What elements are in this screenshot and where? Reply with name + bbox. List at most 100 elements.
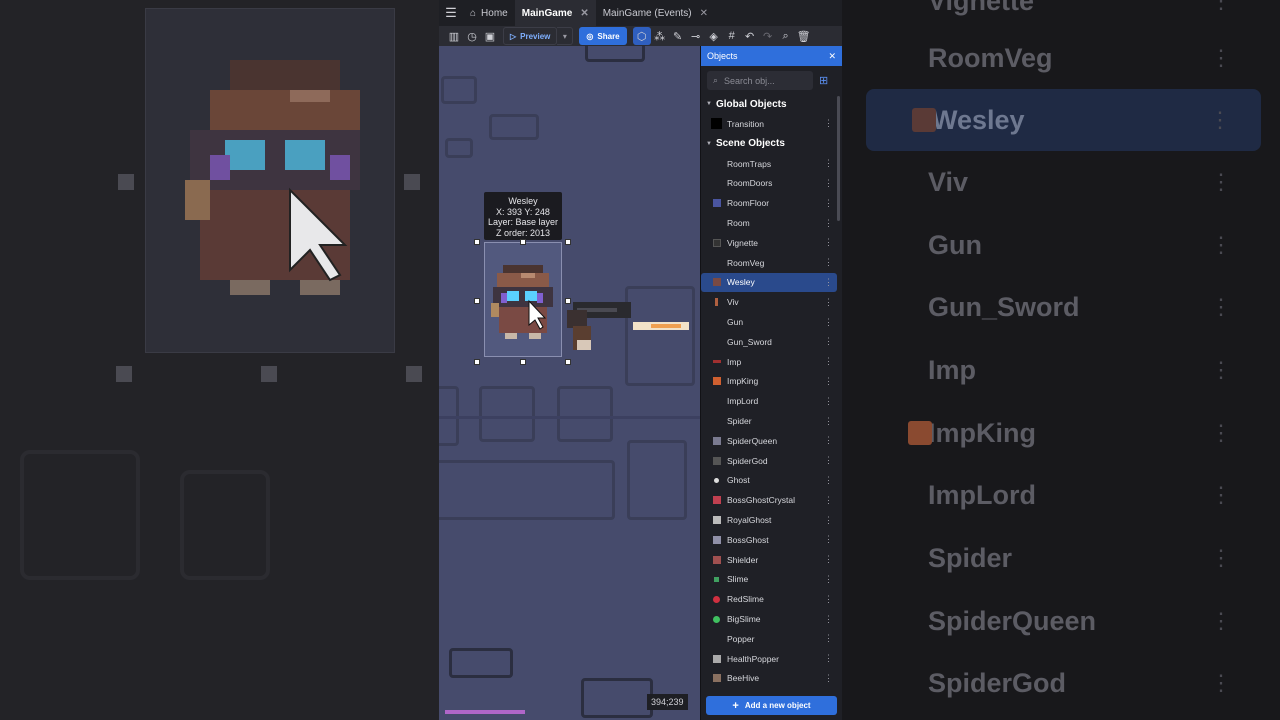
redo-icon[interactable]: ↷ [759, 27, 777, 45]
more-options-icon[interactable]: ⋮ [824, 574, 833, 585]
more-options-icon[interactable]: ⋮ [824, 495, 833, 506]
save-icon[interactable]: ▣ [481, 27, 499, 45]
more-options-icon[interactable]: ⋮ [824, 653, 833, 664]
more-options-icon[interactable]: ⋮ [824, 297, 833, 308]
object-item-spider[interactable]: Spider ⋮ [701, 411, 837, 431]
more-options-icon[interactable]: ⋮ [824, 435, 833, 446]
tab-maingame-events[interactable]: MainGame (Events) ✕ [596, 0, 715, 26]
resize-handle[interactable] [520, 359, 526, 365]
undo-icon[interactable]: ↶ [741, 27, 759, 45]
more-options-icon[interactable]: ⋮ [824, 158, 833, 169]
object-item-spiderqueen[interactable]: SpiderQueen ⋮ [701, 431, 837, 451]
object-item-roomtraps[interactable]: RoomTraps ⋮ [701, 154, 837, 174]
more-options-icon[interactable]: ⋮ [824, 475, 833, 486]
scene-tile [449, 648, 513, 678]
close-icon[interactable]: ✕ [580, 8, 588, 19]
add-new-object-button[interactable]: + Add a new object [706, 696, 837, 715]
object-item-wesley[interactable]: Wesley ⋮ [701, 272, 837, 293]
object-item-bigslime[interactable]: BigSlime ⋮ [701, 609, 837, 629]
object-item-beehive[interactable]: BeeHive ⋮ [701, 669, 837, 689]
tab-home[interactable]: ⌂ Home [463, 0, 515, 26]
scene-objects-group[interactable]: ▼ Scene Objects [701, 134, 842, 154]
object-item-popper[interactable]: Popper ⋮ [701, 629, 837, 649]
object-item-implord[interactable]: ImpLord ⋮ [701, 391, 837, 411]
object-item-imp[interactable]: Imp ⋮ [701, 352, 837, 372]
delete-icon[interactable]: 🗑 [795, 27, 813, 45]
more-options-icon[interactable]: ⋮ [824, 673, 833, 684]
layout-icon[interactable]: ▥ [445, 27, 463, 45]
history-icon[interactable]: ◷ [463, 27, 481, 45]
more-options-icon[interactable]: ⋮ [824, 594, 833, 605]
object-label: Shielder [727, 554, 759, 565]
close-icon[interactable]: ✕ [828, 51, 836, 62]
object-item-slime[interactable]: Slime ⋮ [701, 570, 837, 590]
object-label: RoomDoors [727, 178, 773, 189]
more-options-icon[interactable]: ⋮ [824, 317, 833, 328]
object-item-gun[interactable]: Gun ⋮ [701, 312, 837, 332]
more-options-icon[interactable]: ⋮ [824, 237, 833, 248]
object-item-room[interactable]: Room ⋮ [701, 213, 837, 233]
object-item-impking[interactable]: ImpKing ⋮ [701, 372, 837, 392]
more-options-icon[interactable]: ⋮ [824, 277, 833, 288]
resize-handle[interactable] [565, 359, 571, 365]
more-options-icon[interactable]: ⋮ [824, 614, 833, 625]
share-button[interactable]: ◎ Share [579, 27, 627, 45]
zoom-icon[interactable]: ⌕ [777, 27, 795, 45]
object-item-gun-sword[interactable]: Gun_Sword ⋮ [701, 332, 837, 352]
object-item-redslime[interactable]: RedSlime ⋮ [701, 589, 837, 609]
selected-instance-wesley[interactable] [484, 242, 562, 357]
search-field[interactable]: ⌕ [707, 71, 813, 90]
instance-tooltip: Wesley X: 393 Y: 248 Layer: Base layer Z… [484, 192, 562, 240]
more-options-icon[interactable]: ⋮ [824, 515, 833, 526]
object-item-shielder[interactable]: Shielder ⋮ [701, 550, 837, 570]
more-options-icon[interactable]: ⋮ [824, 257, 833, 268]
object-item-roomveg[interactable]: RoomVeg ⋮ [701, 253, 837, 273]
add-folder-icon[interactable]: ⊞ [819, 74, 828, 87]
more-options-icon[interactable]: ⋮ [824, 416, 833, 427]
object-item-roomfloor[interactable]: RoomFloor ⋮ [701, 193, 837, 213]
object-item-bossghostcrystal[interactable]: BossGhostCrystal ⋮ [701, 490, 837, 510]
more-options-icon[interactable]: ⋮ [824, 218, 833, 229]
object-item-viv[interactable]: Viv ⋮ [701, 292, 837, 312]
resize-handle[interactable] [474, 239, 480, 245]
object-item-vignette[interactable]: Vignette ⋮ [701, 233, 837, 253]
resize-handle[interactable] [474, 298, 480, 304]
instances-list-icon[interactable]: ⊸ [687, 27, 705, 45]
more-options-icon[interactable]: ⋮ [824, 554, 833, 565]
resize-handle[interactable] [520, 239, 526, 245]
object-item-royalghost[interactable]: RoyalGhost ⋮ [701, 510, 837, 530]
more-options-icon[interactable]: ⋮ [824, 198, 833, 209]
panel-scrollbar[interactable] [837, 96, 840, 221]
global-objects-group[interactable]: ▼ Global Objects [701, 94, 842, 114]
more-options-icon[interactable]: ⋮ [824, 118, 833, 129]
object-item-ghost[interactable]: Ghost ⋮ [701, 471, 837, 491]
more-options-icon[interactable]: ⋮ [824, 633, 833, 644]
close-icon[interactable]: ✕ [700, 8, 708, 19]
more-options-icon[interactable]: ⋮ [824, 356, 833, 367]
search-input[interactable] [724, 75, 795, 86]
objects-panel-icon[interactable]: ⬡ [632, 27, 651, 45]
grid-icon[interactable]: # [723, 27, 741, 45]
more-options-icon[interactable]: ⋮ [824, 396, 833, 407]
resize-handle[interactable] [474, 359, 480, 365]
properties-icon[interactable]: ✎ [669, 27, 687, 45]
scene-canvas[interactable]: Wesley X: 393 Y: 248 Layer: Base layer Z… [439, 46, 700, 720]
object-item-bossghost[interactable]: BossGhost ⋮ [701, 530, 837, 550]
more-options-icon[interactable]: ⋮ [824, 455, 833, 466]
preview-options-button[interactable]: ▾ [557, 27, 574, 45]
object-groups-icon[interactable]: ⁂ [651, 27, 669, 45]
object-item-spidergod[interactable]: SpiderGod ⋮ [701, 451, 837, 471]
object-item-healthpopper[interactable]: HealthPopper ⋮ [701, 649, 837, 669]
more-options-icon[interactable]: ⋮ [824, 534, 833, 545]
object-item-transition[interactable]: Transition ⋮ [701, 114, 837, 134]
tab-maingame[interactable]: MainGame ✕ [514, 0, 596, 26]
layers-icon[interactable]: ◈ [705, 27, 723, 45]
more-options-icon[interactable]: ⋮ [824, 178, 833, 189]
more-options-icon[interactable]: ⋮ [824, 336, 833, 347]
preview-button[interactable]: ▷ Preview [503, 27, 558, 45]
menu-icon[interactable]: ☰ [439, 0, 463, 26]
gun-sprite[interactable] [563, 296, 693, 358]
object-item-roomdoors[interactable]: RoomDoors ⋮ [701, 174, 837, 194]
resize-handle[interactable] [565, 239, 571, 245]
more-options-icon[interactable]: ⋮ [824, 376, 833, 387]
